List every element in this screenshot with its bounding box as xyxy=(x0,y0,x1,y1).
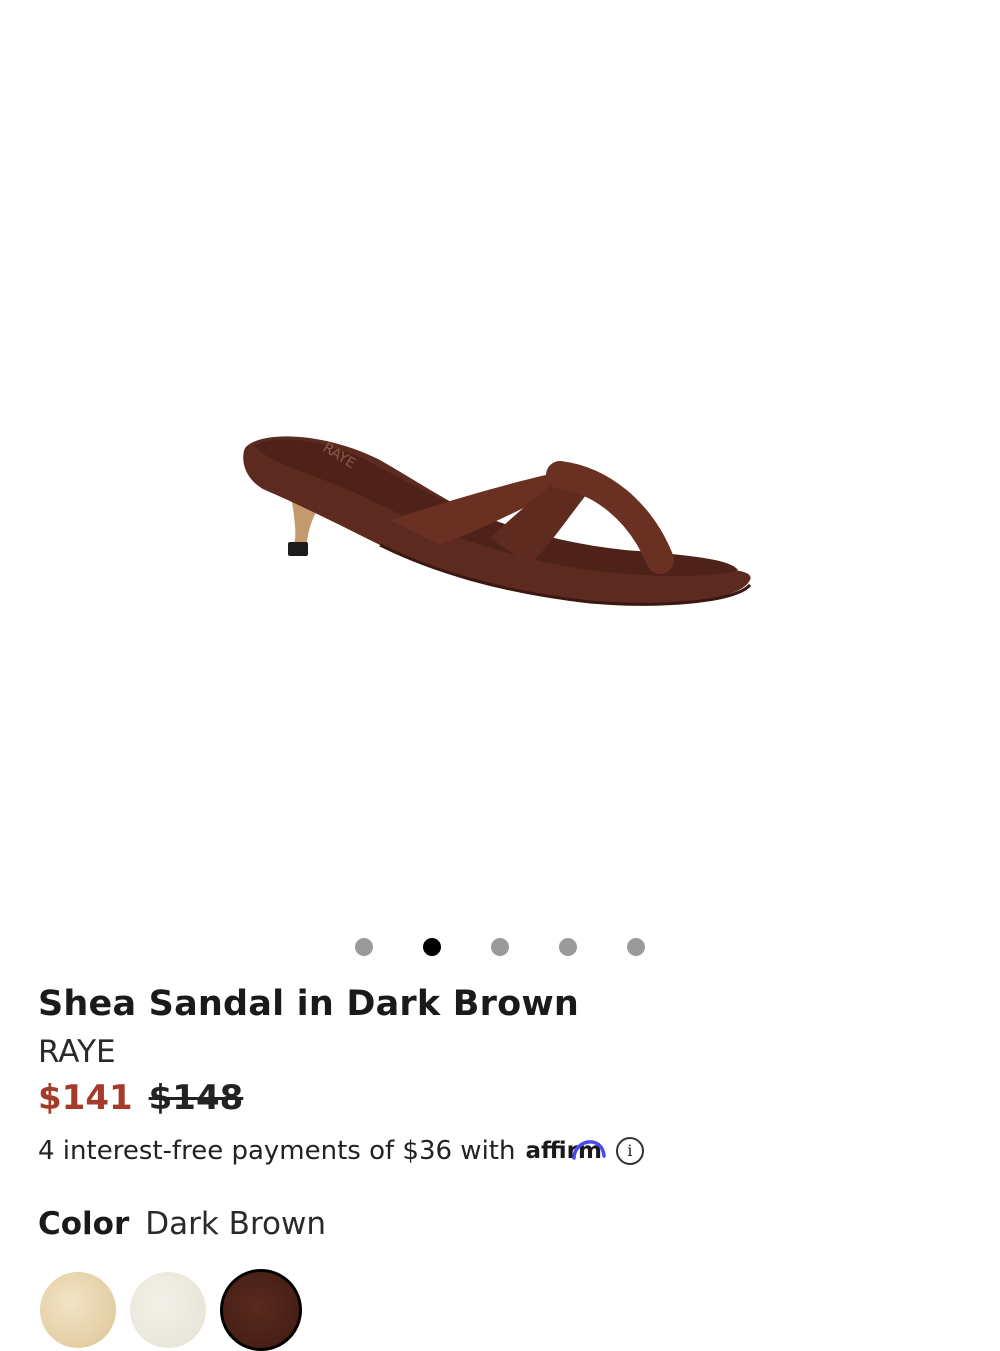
swatch-cream[interactable] xyxy=(130,1272,206,1348)
carousel-dot-5[interactable] xyxy=(627,938,645,956)
color-row: Color Dark Brown xyxy=(38,1206,326,1242)
price-row: $141 $148 xyxy=(38,1078,243,1118)
carousel-dot-3[interactable] xyxy=(491,938,509,956)
color-swatches xyxy=(40,1269,302,1351)
product-title: Shea Sandal in Dark Brown xyxy=(38,984,579,1024)
sandal-image: RAYE xyxy=(243,436,752,606)
original-price: $148 xyxy=(148,1078,244,1118)
affirm-arc-icon xyxy=(572,1140,606,1160)
product-image[interactable]: RAYE xyxy=(0,0,1000,920)
info-icon[interactable]: i xyxy=(615,1137,644,1165)
affirm-payment-row[interactable]: 4 interest-free payments of $36 with aff… xyxy=(38,1136,644,1166)
color-label: Color xyxy=(38,1206,130,1242)
carousel-dot-4[interactable] xyxy=(559,938,577,956)
carousel-dot-2-active[interactable] xyxy=(423,938,441,956)
affirm-payment-text: 4 interest-free payments of $36 with xyxy=(38,1136,516,1166)
color-value: Dark Brown xyxy=(145,1206,326,1242)
swatch-dark-brown-selected[interactable] xyxy=(220,1269,302,1351)
brand-name[interactable]: RAYE xyxy=(38,1034,116,1070)
sale-price: $141 xyxy=(38,1078,133,1118)
swatch-natural[interactable] xyxy=(40,1272,116,1348)
affirm-logo: affirm xyxy=(525,1138,606,1164)
carousel-dots xyxy=(0,938,1000,960)
carousel-dot-1[interactable] xyxy=(355,938,373,956)
